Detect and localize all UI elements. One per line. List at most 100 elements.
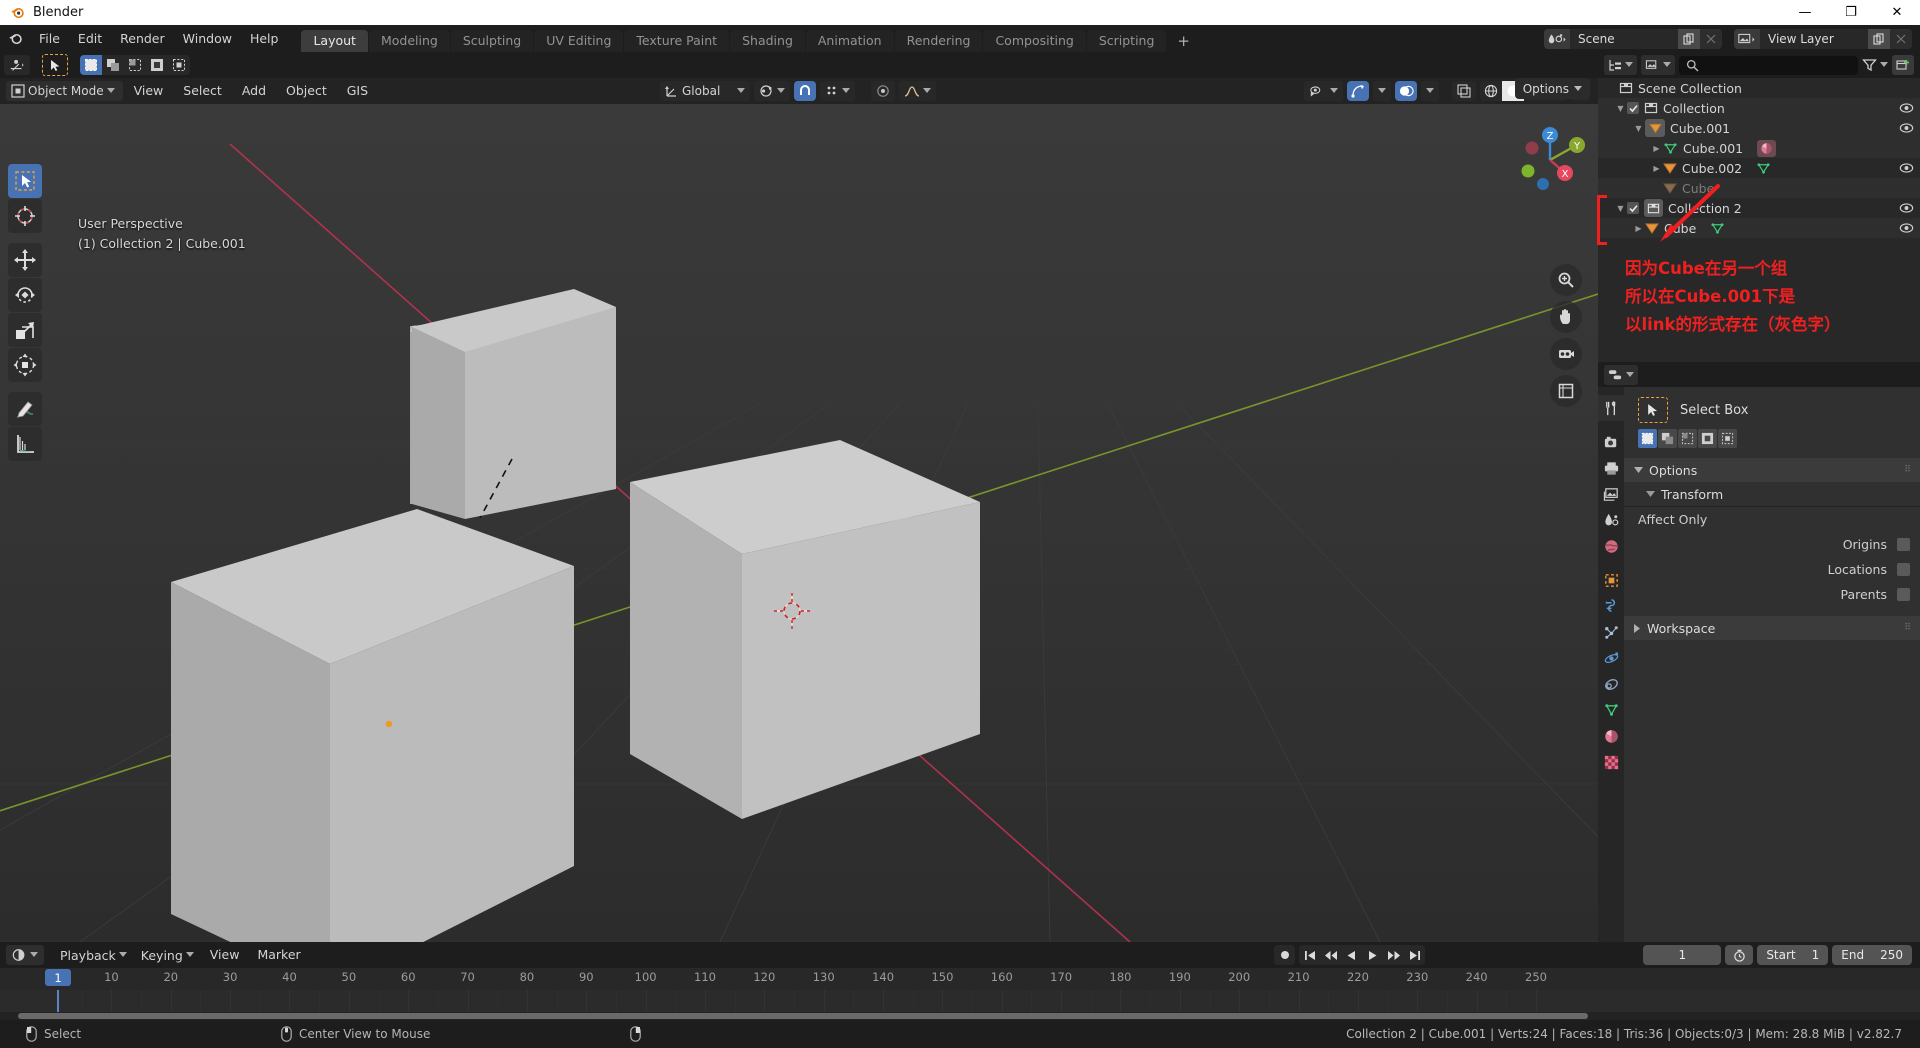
select-box-tool-icon[interactable] — [1638, 397, 1668, 423]
frame-start-field[interactable]: Start 1 — [1757, 945, 1829, 965]
menu-render[interactable]: Render — [111, 29, 174, 49]
navigation-gizmo[interactable]: Z Y X — [1512, 122, 1588, 198]
toggle-ortho-icon[interactable] — [1550, 375, 1582, 407]
menu-help[interactable]: Help — [241, 29, 288, 49]
origins-checkbox[interactable] — [1897, 538, 1910, 551]
new-view-layer-button[interactable] — [1868, 28, 1890, 49]
prev-keyframe-icon[interactable] — [1320, 945, 1341, 965]
outliner-row-collection[interactable]: ▼ Collection — [1598, 98, 1920, 118]
viewport-menu-object[interactable]: Object — [277, 81, 336, 101]
timeline-menu-view[interactable]: View — [202, 945, 248, 965]
menu-file[interactable]: File — [30, 29, 69, 49]
proportional-falloff-selector[interactable] — [899, 81, 937, 101]
play-icon[interactable] — [1362, 945, 1383, 965]
select-set-icon[interactable] — [1638, 429, 1657, 448]
transform-orientation-selector[interactable]: Global — [660, 81, 751, 101]
expand-arrow[interactable]: ▼ — [1614, 204, 1627, 213]
record-keyframe-icon[interactable] — [1274, 945, 1295, 965]
jump-to-end-icon[interactable] — [1404, 945, 1425, 965]
locations-checkbox[interactable] — [1897, 563, 1910, 576]
object-mode-selector[interactable]: Object Mode — [6, 81, 123, 101]
timeline-scrollbar-area[interactable] — [0, 1012, 1920, 1020]
camera-view-icon[interactable] — [1550, 338, 1582, 370]
material-icon[interactable] — [1757, 139, 1777, 157]
select-intersect-icon[interactable] — [168, 55, 190, 75]
physics-tab[interactable] — [1598, 645, 1624, 671]
render-tab[interactable] — [1598, 429, 1624, 455]
panel-transform[interactable]: Transform — [1624, 482, 1920, 506]
expand-arrow[interactable]: ▶ — [1650, 164, 1663, 173]
parents-checkbox[interactable] — [1897, 588, 1910, 601]
scene-selector[interactable]: Scene — [1544, 28, 1722, 49]
tab-modeling[interactable]: Modeling — [368, 30, 450, 52]
xray-toggle[interactable] — [1452, 81, 1476, 101]
new-collection-button[interactable] — [1892, 55, 1914, 75]
annotate-tool[interactable] — [8, 392, 42, 426]
material-tab[interactable] — [1598, 723, 1624, 749]
affect-only-origins-row[interactable]: Origins — [1624, 532, 1920, 557]
scale-tool[interactable] — [8, 313, 42, 347]
select-extend-icon[interactable] — [102, 55, 124, 75]
next-keyframe-icon[interactable] — [1383, 945, 1404, 965]
maximize-button[interactable]: ❐ — [1828, 0, 1874, 25]
viewport-menu-add[interactable]: Add — [233, 81, 275, 101]
panel-workspace[interactable]: Workspace ⠿ — [1624, 616, 1920, 640]
proportional-edit-toggle[interactable] — [871, 81, 896, 101]
outliner-row-cube-001-mesh[interactable]: ▶ Cube.001 — [1598, 138, 1920, 158]
cursor-tool[interactable] — [8, 199, 42, 233]
outliner-row-scene-collection[interactable]: Scene Collection — [1598, 78, 1920, 98]
tab-scripting[interactable]: Scripting — [1086, 30, 1167, 52]
visibility-selector[interactable] — [1304, 81, 1343, 101]
add-workspace-button[interactable]: + — [1167, 30, 1200, 52]
tool-tab[interactable] — [1598, 395, 1624, 421]
outliner-filter-button[interactable] — [1862, 58, 1888, 72]
panel-options[interactable]: Options ⠿ — [1624, 458, 1920, 482]
tweak-select-tool[interactable] — [8, 164, 42, 198]
select-mode-group[interactable] — [80, 55, 190, 75]
select-intersect-icon[interactable] — [1718, 429, 1737, 448]
visibility-eye-icon[interactable] — [1899, 222, 1914, 234]
options-dropdown[interactable]: Options — [1514, 78, 1590, 99]
snap-settings[interactable] — [820, 81, 856, 101]
visibility-eye-icon[interactable] — [1899, 202, 1914, 214]
move-tool[interactable] — [8, 243, 42, 277]
timeline-scrollbar[interactable] — [18, 1013, 1588, 1019]
zoom-tool-icon[interactable] — [1550, 264, 1582, 296]
tab-sculpting[interactable]: Sculpting — [450, 30, 534, 52]
tab-shading[interactable]: Shading — [730, 30, 805, 52]
select-subtract-icon[interactable] — [124, 55, 146, 75]
pan-tool-icon[interactable] — [1550, 301, 1582, 333]
jump-to-start-icon[interactable] — [1299, 945, 1320, 965]
expand-arrow[interactable]: ▼ — [1632, 124, 1645, 133]
overlays-settings[interactable] — [1421, 81, 1439, 101]
tab-uv-editing[interactable]: UV Editing — [534, 30, 624, 52]
outliner-row-cube-002[interactable]: ▶ Cube.002 — [1598, 158, 1920, 178]
particles-tab[interactable] — [1598, 619, 1624, 645]
visibility-eye-icon[interactable] — [1899, 122, 1914, 134]
outliner-editor-type-selector[interactable] — [1604, 55, 1637, 75]
world-tab[interactable] — [1598, 533, 1624, 559]
mesh-data-icon[interactable] — [1756, 162, 1771, 175]
snap-magnet-icon[interactable] — [794, 81, 817, 101]
select-difference-icon[interactable] — [1698, 429, 1717, 448]
timeline-menu-marker[interactable]: Marker — [249, 945, 308, 965]
overlays-icon[interactable] — [1395, 81, 1417, 101]
editor-type-selector[interactable] — [4, 55, 30, 75]
collection-checkbox[interactable] — [1627, 202, 1639, 214]
play-reverse-icon[interactable] — [1341, 945, 1362, 965]
expand-arrow[interactable]: ▶ — [1650, 144, 1663, 153]
data-tab[interactable] — [1598, 697, 1624, 723]
visibility-eye-icon[interactable] — [1899, 102, 1914, 114]
tweak-tool-indicator[interactable] — [42, 54, 68, 76]
frame-end-field[interactable]: End 250 — [1832, 945, 1912, 965]
scene-tab[interactable] — [1598, 507, 1624, 533]
texture-tab[interactable] — [1598, 749, 1624, 775]
viewport-menu-gis[interactable]: GIS — [338, 81, 377, 101]
snap-group[interactable] — [794, 81, 817, 101]
visibility-eye-icon[interactable] — [1899, 162, 1914, 174]
keying-dropdown[interactable]: Keying — [135, 945, 200, 965]
tab-animation[interactable]: Animation — [805, 30, 894, 52]
select-extend-icon[interactable] — [1658, 429, 1677, 448]
select-set-icon[interactable] — [80, 55, 102, 75]
viewport-menu-select[interactable]: Select — [174, 81, 231, 101]
